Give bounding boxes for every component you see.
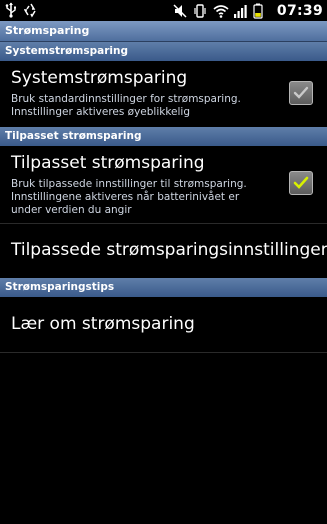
- section-header-label: Strømsparingstips: [5, 281, 115, 293]
- section-header-label: Systemstrømsparing: [5, 45, 128, 57]
- section-header-custom: Tilpasset strømsparing: [0, 127, 327, 146]
- pref-summary: Bruk tilpassede innstillinger til strøms…: [11, 178, 247, 216]
- signal-icon: [233, 3, 247, 19]
- pref-title: Lær om strømsparing: [11, 314, 195, 334]
- pref-learn-power-saving[interactable]: Lær om strømsparing: [0, 297, 327, 352]
- section-header-tips: Strømsparingstips: [0, 278, 327, 297]
- pref-title: Tilpassede strømsparingsinnstillinger: [11, 240, 327, 260]
- usb-icon: [4, 2, 18, 18]
- pref-custom-power-saving-settings[interactable]: Tilpassede strømsparingsinnstillinger: [0, 224, 327, 279]
- wifi-icon: [213, 3, 229, 19]
- recycle-icon: [23, 2, 38, 18]
- status-bar: 07:39: [0, 0, 327, 21]
- pref-title: Tilpasset strømsparing: [11, 153, 205, 173]
- mute-icon: [173, 3, 187, 19]
- checkmark-icon: [293, 86, 309, 99]
- section-header-system: Systemstrømsparing: [0, 42, 327, 61]
- section-header-label: Tilpasset strømsparing: [5, 130, 142, 142]
- pref-system-power-saving[interactable]: Systemstrømsparing Bruk standardinnstill…: [0, 61, 327, 127]
- divider: [0, 352, 327, 353]
- custom-power-saving-checkbox[interactable]: [289, 171, 313, 195]
- checkmark-icon: [293, 176, 309, 189]
- pref-custom-power-saving[interactable]: Tilpasset strømsparing Bruk tilpassede i…: [0, 146, 327, 223]
- vibrate-icon: [193, 3, 207, 19]
- pref-summary: Bruk standardinnstillinger for strømspar…: [11, 93, 241, 118]
- battery-icon: [253, 3, 267, 19]
- system-power-saving-checkbox[interactable]: [289, 81, 313, 105]
- status-time: 07:39: [276, 2, 323, 19]
- title-bar: Strømsparing: [0, 21, 327, 42]
- page-title: Strømsparing: [5, 24, 90, 37]
- pref-title: Systemstrømsparing: [11, 68, 188, 88]
